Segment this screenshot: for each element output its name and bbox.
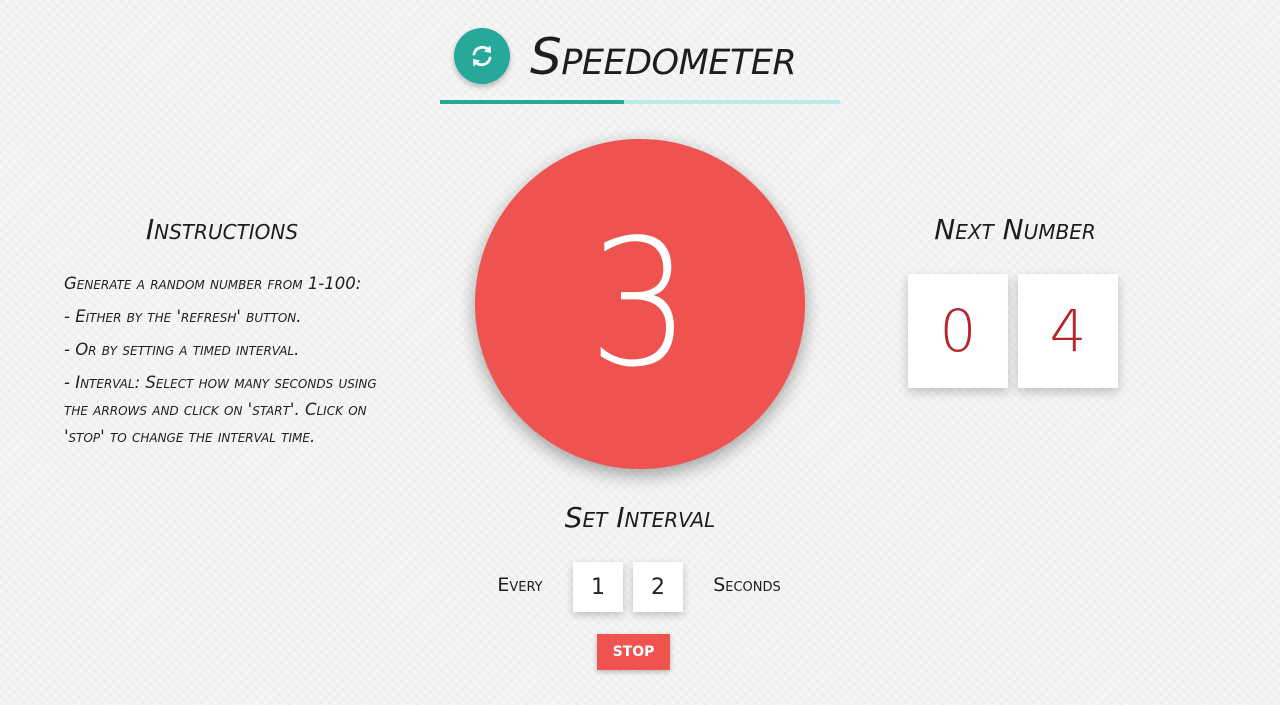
interval-digit-ones[interactable]: 2	[633, 562, 683, 612]
next-number-digit: 4	[1018, 274, 1118, 388]
current-number-circle: 3	[475, 139, 805, 469]
refresh-button[interactable]	[454, 28, 510, 84]
interval-digit-tens[interactable]: 1	[573, 562, 623, 612]
current-number: 3	[588, 202, 692, 406]
title-progress-fill	[440, 100, 624, 104]
instruction-line: - Interval: Select how many seconds usin…	[64, 373, 377, 446]
instructions-list: Generate a random number from 1-100: - E…	[64, 270, 404, 456]
title-progress-bar	[440, 100, 840, 104]
refresh-icon	[472, 45, 492, 67]
instruction-line: - Or by setting a timed interval.	[64, 340, 300, 359]
instructions-title: Instructions	[145, 213, 299, 246]
next-number-title: Next Number	[934, 213, 1096, 246]
seconds-label: Seconds	[713, 574, 781, 596]
page-title: Speedometer	[530, 28, 797, 86]
instruction-line: Generate a random number from 1-100:	[64, 274, 362, 293]
every-label: Every	[497, 574, 543, 596]
next-number-digit: 0	[908, 274, 1008, 388]
stop-button[interactable]: STOP	[597, 634, 670, 670]
set-interval-title: Set Interval	[564, 501, 716, 534]
instruction-line: - Either by the 'refresh' button.	[64, 307, 302, 326]
